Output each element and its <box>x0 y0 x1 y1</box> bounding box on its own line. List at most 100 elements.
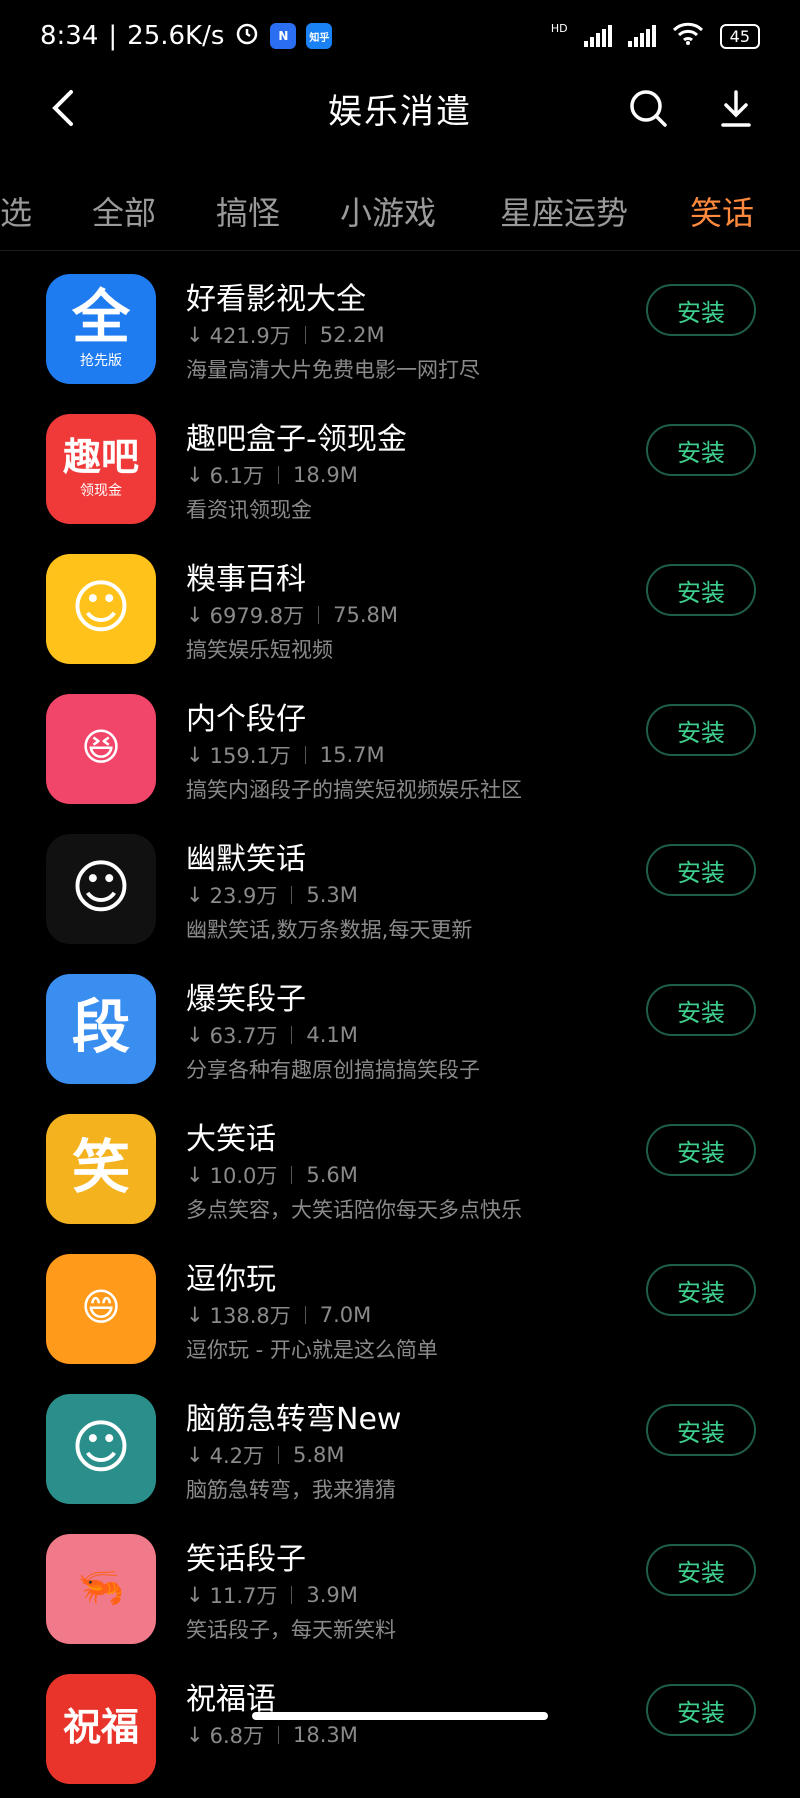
app-meta: ↓ 6979.8万 75.8M <box>186 600 398 630</box>
download-count: 11.7万 <box>209 1584 278 1608</box>
app-description: 多点笑容，大笑话陪你每天多点快乐 <box>186 1198 522 1222</box>
laughing-boy-icon[interactable]: 😄 <box>46 1254 156 1364</box>
list-item[interactable]: ☺ 糗事百科 ↓ 6979.8万 75.8M 搞笑娱乐短视频 安装 <box>0 538 800 678</box>
install-button[interactable]: 安装 <box>646 844 756 896</box>
download-count: 63.7万 <box>209 1024 278 1048</box>
app-icon-subtext: 领现金 <box>79 483 122 499</box>
status-divider: | <box>108 21 118 51</box>
app-name[interactable]: 幽默笑话 <box>186 834 306 878</box>
tab-funny[interactable]: 搞怪 <box>216 188 280 234</box>
poop-face-icon[interactable]: ☺ <box>46 554 156 664</box>
xiao-character-icon[interactable]: 笑 <box>46 1114 156 1224</box>
tab-all[interactable]: 全部 <box>92 188 156 234</box>
status-network-speed: 25.6K/s <box>127 21 225 51</box>
list-item[interactable]: 段 爆笑段子 ↓ 63.7万 4.1M 分享各种有趣原创搞搞搞笑段子 安装 <box>0 958 800 1098</box>
download-count: 6979.8万 <box>209 604 305 628</box>
app-name[interactable]: 糗事百科 <box>186 554 306 598</box>
laughing-face-icon[interactable]: 😆 <box>46 694 156 804</box>
back-button[interactable] <box>40 84 88 132</box>
meta-divider <box>291 1166 293 1184</box>
category-tabs: 选 全部 搞怪 小游戏 星座运势 笑话 <box>0 170 800 251</box>
meta-divider <box>291 886 293 904</box>
meta-divider <box>291 1026 293 1044</box>
tab-mini-games[interactable]: 小游戏 <box>340 188 436 234</box>
app-description: 搞笑内涵段子的搞笑短视频娱乐社区 <box>186 778 522 802</box>
home-indicator[interactable] <box>252 1712 548 1720</box>
duan-character-icon[interactable]: 段 <box>46 974 156 1084</box>
meta-divider <box>278 1446 280 1464</box>
app-meta: ↓ 6.1万 18.9M <box>186 460 358 490</box>
app-meta: ↓ 6.8万 18.3M <box>186 1720 358 1750</box>
app-name[interactable]: 脑筋急转弯New <box>186 1394 401 1438</box>
download-count-icon: ↓ <box>186 463 204 487</box>
blessing-characters-icon[interactable]: 祝福 <box>46 1674 156 1784</box>
download-count-icon: ↓ <box>186 1583 204 1607</box>
cash-box-icon[interactable]: 趣吧 领现金 <box>46 414 156 524</box>
app-size: 5.3M <box>306 883 358 907</box>
list-item[interactable]: 笑 大笑话 ↓ 10.0万 5.6M 多点笑容，大笑话陪你每天多点快乐 安装 <box>0 1098 800 1238</box>
app-description: 搞笑娱乐短视频 <box>186 638 333 662</box>
header: 娱乐消遣 <box>0 72 800 144</box>
app-meta: ↓ 138.8万 7.0M <box>186 1300 371 1330</box>
notification-app-icon: N <box>270 23 297 49</box>
app-meta: ↓ 23.9万 5.3M <box>186 880 358 910</box>
install-button[interactable]: 安装 <box>646 704 756 756</box>
install-button[interactable]: 安装 <box>646 1684 756 1736</box>
app-list: 全 抢先版 好看影视大全 ↓ 421.9万 52.2M 海量高清大片免费电影一网… <box>0 258 800 1798</box>
app-description: 幽默笑话,数万条数据,每天更新 <box>186 918 473 942</box>
download-count: 159.1万 <box>209 744 291 768</box>
list-item[interactable]: 😄 逗你玩 ↓ 138.8万 7.0M 逗你玩 - 开心就是这么简单 安装 <box>0 1238 800 1378</box>
install-button[interactable]: 安装 <box>646 564 756 616</box>
app-name[interactable]: 趣吧盒子-领现金 <box>186 414 407 458</box>
list-item[interactable]: 祝福 祝福语 ↓ 6.8万 18.3M 安装 <box>0 1658 800 1798</box>
app-icon-glyph: 😆 <box>81 725 121 769</box>
app-icon-glyph: 全 <box>71 283 130 351</box>
app-name[interactable]: 爆笑段子 <box>186 974 306 1018</box>
list-item[interactable]: 😆 内个段仔 ↓ 159.1万 15.7M 搞笑内涵段子的搞笑短视频娱乐社区 安… <box>0 678 800 818</box>
download-count: 10.0万 <box>209 1164 278 1188</box>
app-name[interactable]: 内个段仔 <box>186 694 306 738</box>
app-name[interactable]: 逗你玩 <box>186 1254 276 1298</box>
download-count-icon: ↓ <box>186 603 204 627</box>
video-app-icon[interactable]: 全 抢先版 <box>46 274 156 384</box>
wifi-icon <box>672 22 704 51</box>
robot-face-icon[interactable]: ☺ <box>46 1394 156 1504</box>
install-button[interactable]: 安装 <box>646 424 756 476</box>
shrimp-meme-icon[interactable]: 🦐 <box>46 1534 156 1644</box>
app-icon-glyph: 🦐 <box>77 1565 125 1609</box>
app-icon-glyph: 祝福 <box>62 1705 139 1749</box>
list-item[interactable]: 全 抢先版 好看影视大全 ↓ 421.9万 52.2M 海量高清大片免费电影一网… <box>0 258 800 398</box>
glasses-face-icon[interactable]: ☺ <box>46 834 156 944</box>
list-item[interactable]: ☺ 脑筋急转弯New ↓ 4.2万 5.8M 脑筋急转弯，我来猜猜 安装 <box>0 1378 800 1518</box>
app-icon-glyph: 笑 <box>71 1133 130 1201</box>
list-item[interactable]: 趣吧 领现金 趣吧盒子-领现金 ↓ 6.1万 18.9M 看资讯领现金 安装 <box>0 398 800 538</box>
install-button[interactable]: 安装 <box>646 1264 756 1316</box>
download-count-icon: ↓ <box>186 1303 204 1327</box>
download-button[interactable] <box>712 84 760 132</box>
tab-jokes[interactable]: 笑话 <box>690 188 754 234</box>
app-meta: ↓ 11.7万 3.9M <box>186 1580 358 1610</box>
search-button[interactable] <box>624 84 672 132</box>
list-item[interactable]: ☺ 幽默笑话 ↓ 23.9万 5.3M 幽默笑话,数万条数据,每天更新 安装 <box>0 818 800 958</box>
tab-horoscope[interactable]: 星座运势 <box>500 188 628 234</box>
app-size: 75.8M <box>333 603 398 627</box>
install-button[interactable]: 安装 <box>646 1124 756 1176</box>
install-button[interactable]: 安装 <box>646 1544 756 1596</box>
app-name[interactable]: 好看影视大全 <box>186 274 366 318</box>
app-icon-subtext: 抢先版 <box>79 353 122 369</box>
app-name[interactable]: 大笑话 <box>186 1114 276 1158</box>
app-size: 15.7M <box>319 743 385 767</box>
app-description: 笑话段子，每天新笑料 <box>186 1618 396 1642</box>
install-button[interactable]: 安装 <box>646 1404 756 1456</box>
install-button[interactable]: 安装 <box>646 284 756 336</box>
meta-divider <box>304 1306 306 1324</box>
signal-2-icon <box>627 25 656 47</box>
app-icon-glyph: ☺ <box>70 853 132 921</box>
tab-selected-partial[interactable]: 选 <box>0 188 32 234</box>
install-button[interactable]: 安装 <box>646 984 756 1036</box>
app-icon-glyph: 趣吧 <box>62 435 139 479</box>
app-icon-glyph: ☺ <box>70 573 132 641</box>
app-name[interactable]: 笑话段子 <box>186 1534 306 1578</box>
meta-divider <box>278 466 280 484</box>
list-item[interactable]: 🦐 笑话段子 ↓ 11.7万 3.9M 笑话段子，每天新笑料 安装 <box>0 1518 800 1658</box>
